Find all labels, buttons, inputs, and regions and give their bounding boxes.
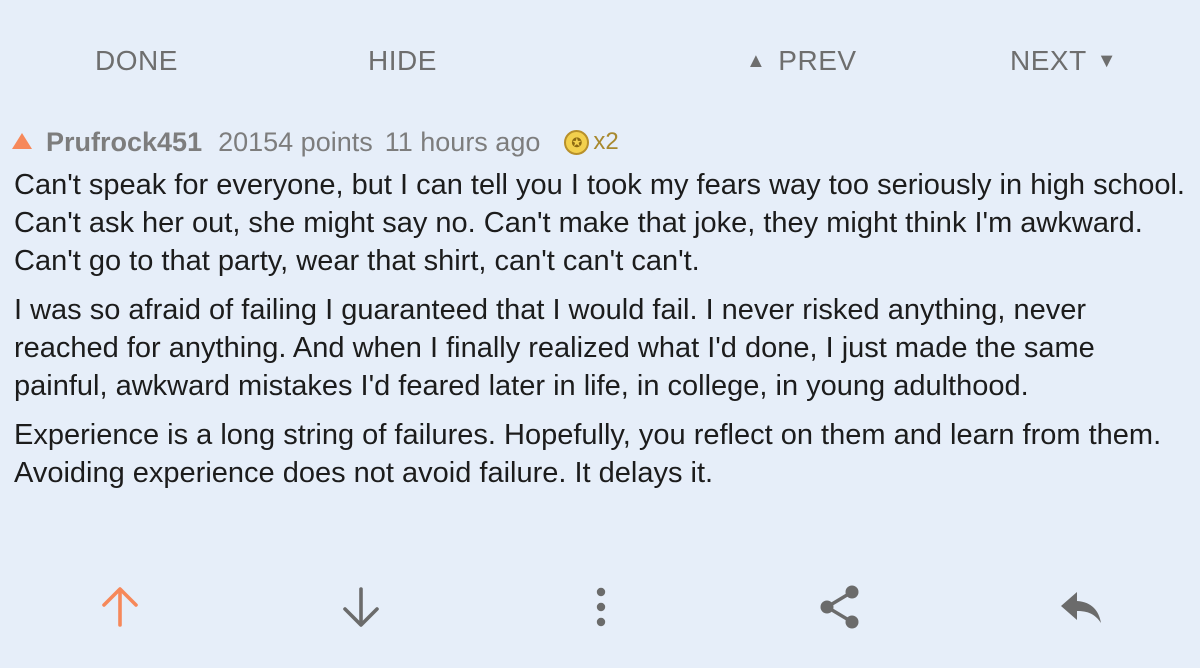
hide-label: HIDE bbox=[368, 45, 437, 76]
upvoted-indicator-icon bbox=[12, 133, 32, 149]
done-label: DONE bbox=[95, 45, 178, 76]
comment-navigation-bar: DONE HIDE ▲ PREV NEXT ▼ bbox=[0, 0, 1200, 120]
prev-button[interactable]: ▲ PREV bbox=[746, 43, 857, 79]
more-options-icon bbox=[596, 587, 606, 627]
comment-body: Can't speak for everyone, but I can tell… bbox=[14, 166, 1194, 503]
gold-award-icon: ✪ bbox=[564, 129, 590, 155]
downvote-button[interactable] bbox=[337, 583, 385, 631]
reply-icon bbox=[1061, 592, 1101, 623]
comment-header: Prufrock451 20154 points 11 hours ago ✪ … bbox=[12, 122, 619, 162]
share-button[interactable] bbox=[816, 583, 864, 631]
triangle-up-icon: ▲ bbox=[746, 50, 767, 72]
comment-author[interactable]: Prufrock451 bbox=[46, 127, 202, 158]
triangle-down-icon: ▼ bbox=[1096, 50, 1117, 72]
comment-points: 20154 points bbox=[218, 126, 373, 157]
comment-paragraph: I was so afraid of failing I guaranteed … bbox=[14, 294, 1095, 402]
next-label: NEXT bbox=[1010, 45, 1087, 76]
gilded-badge: ✪ x2 bbox=[564, 128, 619, 156]
next-button[interactable]: NEXT ▼ bbox=[1010, 43, 1117, 79]
hide-button[interactable]: HIDE bbox=[368, 43, 437, 79]
upvote-icon bbox=[102, 587, 138, 627]
prev-label: PREV bbox=[778, 45, 857, 76]
comment-action-bar bbox=[0, 575, 1200, 635]
comment-age: 11 hours ago bbox=[384, 126, 541, 157]
done-button[interactable]: DONE bbox=[95, 43, 178, 79]
downvote-icon bbox=[343, 587, 379, 627]
reply-button[interactable] bbox=[1057, 583, 1105, 631]
gild-count: x2 bbox=[593, 128, 619, 155]
share-icon bbox=[820, 585, 859, 629]
upvote-button[interactable] bbox=[96, 583, 144, 631]
comment-paragraph: Can't speak for everyone, but I can tell… bbox=[14, 169, 1185, 277]
comment-paragraph: Experience is a long string of failures.… bbox=[14, 419, 1162, 489]
more-options-button[interactable] bbox=[577, 583, 625, 631]
